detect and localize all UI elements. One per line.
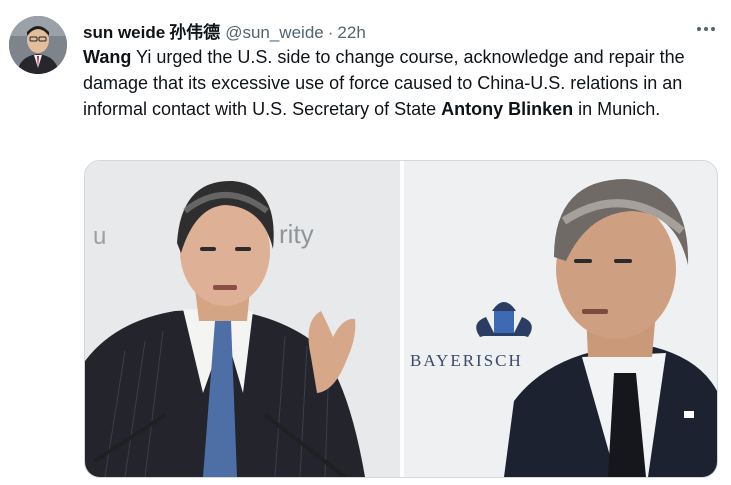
author-handle[interactable]: @sun_weide [225,23,324,43]
tweet-text-bold-wang: Wang [83,47,132,67]
tweet-text: Wang Yi urged the U.S. side to change co… [83,44,718,122]
author-display-name-cjk[interactable]: 孙伟德 [169,18,220,43]
tweet-timestamp[interactable]: 22h [337,23,365,43]
background-text-bayerisch: BAYERISCH [410,351,523,370]
photo-antony-blinken[interactable]: BAYERISCH [404,161,717,477]
more-options-icon[interactable] [695,22,717,36]
background-text-edge: u [93,223,107,250]
more-dot [704,27,708,31]
more-dot [711,27,715,31]
tweet-text-end: in Munich. [573,99,661,119]
avatar[interactable] [9,16,67,74]
tweet-header: sun weide 孙伟德 @sun_weide · 22h [83,18,366,42]
tweet-media[interactable]: u rity BAYERISCH [84,160,718,478]
photo-right-image [404,161,717,477]
more-dot [697,27,701,31]
avatar-image [9,16,67,74]
photo-left-image [85,161,400,477]
background-text-security: rity [279,219,314,249]
photo-wang-yi[interactable]: u rity [85,161,400,477]
author-display-name[interactable]: sun weide [83,23,165,43]
header-separator: · [327,23,334,42]
tweet[interactable]: sun weide 孙伟德 @sun_weide · 22h Wang Yi u… [0,0,731,485]
tweet-text-bold-blinken: Antony Blinken [441,99,574,119]
